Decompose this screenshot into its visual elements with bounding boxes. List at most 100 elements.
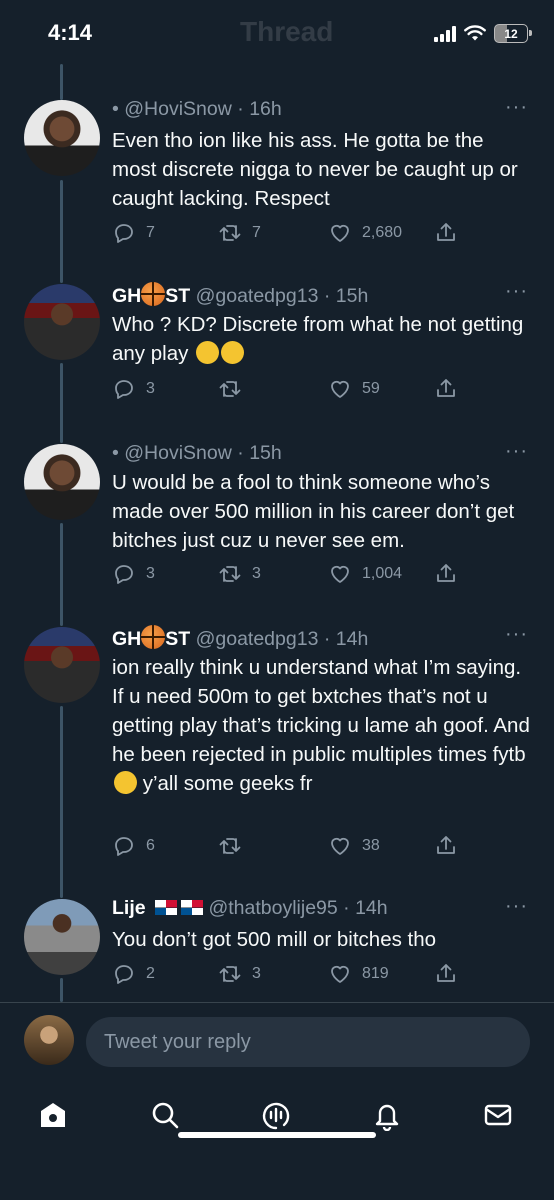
reply-button[interactable]: 6 [112,834,155,858]
tweet-text: Even tho ion like his ass. He gotta be t… [112,129,518,210]
tweet-text: U would be a fool to think someone who’s… [112,471,515,552]
avatar[interactable] [24,627,100,703]
reply-button[interactable]: 2 [112,962,155,986]
thread-line [60,706,63,898]
retweet-button[interactable]: 3 [218,962,261,986]
more-options-icon[interactable]: ··· [505,96,528,119]
share-button[interactable] [434,377,458,401]
thread-line [60,180,63,283]
timestamp[interactable]: 14h [336,628,369,650]
tweet-actions: 2 3 819 [112,962,532,992]
retweet-icon [219,566,241,582]
like-button[interactable]: 38 [328,834,380,858]
share-icon [437,379,455,397]
basketball-emoji [141,282,166,306]
thread-line [60,64,63,100]
laughing-emoji [196,341,220,364]
tweet-text: You don’t got 500 mill or bitches tho [112,928,437,951]
share-button[interactable] [434,562,458,586]
avatar[interactable] [24,899,100,975]
avatar[interactable] [24,444,100,520]
like-count: 819 [362,965,389,982]
more-options-icon[interactable]: ··· [505,280,528,303]
more-options-icon[interactable]: ··· [505,623,528,646]
share-button[interactable] [434,962,458,986]
tweet-text: ion really think u understand what I’m s… [112,653,532,798]
retweet-count: 3 [252,565,261,582]
like-count: 1,004 [362,565,403,582]
avatar[interactable] [24,284,100,360]
tweet-text-content: Who ? KD? Discrete from what he not gett… [112,313,524,365]
home-icon [41,1103,65,1127]
share-button[interactable] [434,834,458,858]
retweet-icon [219,966,241,982]
nav-spaces[interactable] [259,1098,293,1132]
retweet-button[interactable]: 3 [218,562,261,586]
nav-messages[interactable] [481,1098,515,1132]
separator: · [337,897,356,919]
crying-emoji [114,771,137,794]
reply-button[interactable]: 7 [112,221,155,245]
home-indicator[interactable] [178,1132,376,1138]
basketball-emoji [141,625,166,649]
panama-flag-emoji [155,900,178,915]
retweet-button[interactable]: 7 [218,221,261,245]
handle[interactable]: @goatedpg13 [196,628,319,650]
timestamp[interactable]: 15h [336,285,369,307]
more-options-icon[interactable]: ··· [505,440,528,463]
tweet-actions: 3 59 [112,377,532,407]
like-button[interactable]: 59 [328,377,380,401]
heart-icon [331,224,349,242]
tweet-actions: 7 7 2,680 [112,221,532,251]
reply-count: 3 [146,380,155,397]
messages-icon [484,1104,512,1126]
like-count: 59 [362,380,380,397]
separator: · [231,98,250,120]
handle[interactable]: @HoviSnow [124,98,232,120]
tweet-header: • @HoviSnow · 16h [112,98,282,121]
status-icons: 12 [434,24,532,43]
heart-icon [331,565,349,583]
handle[interactable]: @HoviSnow [124,442,232,464]
reply-input[interactable] [86,1017,530,1067]
tweet-text-content: ion really think u understand what I’m s… [112,656,530,766]
reply-button[interactable]: 3 [112,377,155,401]
thread-line [60,363,63,443]
avatar[interactable] [24,100,100,176]
retweet-button[interactable] [218,377,252,401]
handle[interactable]: @goatedpg13 [196,285,319,307]
display-name[interactable]: GH ST [112,282,190,307]
like-button[interactable]: 2,680 [328,221,402,245]
dot: • [112,98,125,120]
nav-home[interactable] [36,1098,70,1132]
timestamp[interactable]: 14h [355,897,388,919]
like-button[interactable]: 819 [328,962,389,986]
timestamp[interactable]: 16h [249,98,282,120]
share-button[interactable] [434,221,458,245]
reply-icon [115,224,133,243]
like-button[interactable]: 1,004 [328,562,402,586]
retweet-icon [219,838,241,854]
reply-bar [0,1002,554,1079]
my-avatar[interactable] [24,1015,74,1065]
reply-count: 6 [146,837,155,854]
tweet-header: GH ST @goatedpg13 · 15h [112,282,368,308]
nav-search[interactable] [148,1098,182,1132]
timestamp[interactable]: 15h [249,442,282,464]
reply-button[interactable]: 3 [112,562,155,586]
tweet-header: Lije @thatboylije95 · 14h [112,897,388,920]
display-name[interactable]: Lije [112,897,146,919]
more-options-icon[interactable]: ··· [505,895,528,918]
status-bar: 4:14 Thread 12 [0,0,554,70]
display-name[interactable]: GH ST [112,625,190,650]
nav-notifications[interactable] [370,1098,404,1132]
clock: 4:14 [48,20,93,45]
heart-icon [331,965,349,983]
header-title-faded: Thread [240,16,334,47]
panama-flag-emoji [181,900,204,915]
reply-icon [115,565,133,584]
retweet-button[interactable] [218,834,252,858]
tweet-text: Who ? KD? Discrete from what he not gett… [112,310,532,368]
share-icon [437,836,455,854]
handle[interactable]: @thatboylije95 [208,897,337,919]
